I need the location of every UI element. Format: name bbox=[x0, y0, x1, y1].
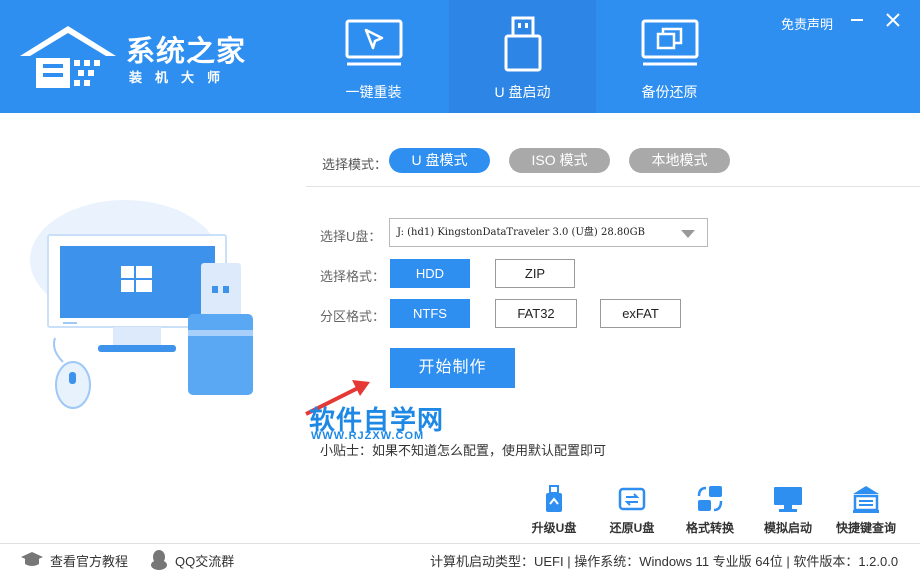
tool-restore-usb-label: 还原U盘 bbox=[609, 521, 655, 535]
close-icon[interactable] bbox=[883, 10, 903, 30]
disclaimer-link[interactable]: 免责声明 bbox=[781, 14, 833, 33]
backup-restore-icon bbox=[641, 19, 698, 66]
partition-exfat-option[interactable]: exFAT bbox=[600, 299, 681, 328]
tool-upgrade-usb[interactable]: 升级U盘 bbox=[518, 483, 590, 536]
tool-simulate-boot-label: 模拟启动 bbox=[763, 521, 812, 535]
pc-usb-illustration bbox=[30, 200, 253, 409]
chevron-down-icon[interactable] bbox=[681, 230, 695, 238]
tab-backup-restore-label: 备份还原 bbox=[641, 84, 698, 100]
mode-local-button[interactable]: 本地模式 bbox=[629, 148, 730, 173]
app-logo: 系统之家 装机大师 bbox=[18, 18, 258, 98]
tab-reinstall-label: 一键重装 bbox=[345, 84, 402, 100]
tab-usb-boot[interactable]: U 盘启动 bbox=[449, 0, 596, 113]
partition-label: 分区格式： bbox=[320, 309, 386, 324]
tool-hotkey-query[interactable]: 快捷键查询 bbox=[830, 483, 902, 536]
tab-backup-restore[interactable]: 备份还原 bbox=[596, 0, 743, 113]
house-logo-icon bbox=[20, 26, 116, 88]
upgrade-usb-icon bbox=[546, 485, 562, 512]
mode-usb-button[interactable]: U 盘模式 bbox=[389, 148, 490, 173]
tip-text: 小贴士：如果不知道怎么配置，使用默认配置即可 bbox=[320, 443, 607, 458]
app-title: 系统之家 bbox=[126, 36, 247, 68]
qq-group-link[interactable]: QQ交流群 bbox=[175, 551, 234, 570]
qq-penguin-icon bbox=[151, 550, 167, 570]
hotkey-query-icon bbox=[853, 486, 879, 513]
usb-select[interactable]: J: (hd1) KingstonDataTraveler 3.0 (U盘) 2… bbox=[389, 218, 708, 247]
format-convert-icon bbox=[697, 486, 723, 512]
graduation-cap-icon bbox=[21, 552, 43, 566]
tool-hotkey-query-label: 快捷键查询 bbox=[835, 521, 896, 535]
tab-reinstall[interactable]: 一键重装 bbox=[300, 0, 447, 113]
watermark-url: WWW.RJZXW.COM bbox=[311, 430, 425, 442]
tool-format-convert[interactable]: 格式转换 bbox=[674, 483, 746, 536]
tool-format-convert-label: 格式转换 bbox=[685, 521, 734, 535]
app-subtitle: 装机大师 bbox=[129, 70, 234, 85]
usb-select-label: 选择U盘： bbox=[320, 229, 382, 244]
official-tutorial-link[interactable]: 查看官方教程 bbox=[50, 551, 128, 570]
start-making-button[interactable]: 开始制作 bbox=[390, 348, 515, 388]
format-label: 选择格式： bbox=[320, 269, 386, 284]
header-bar: 系统之家 装机大师 一键重装 U 盘启动 备份还原 免责声明 bbox=[0, 0, 920, 113]
restore-usb-icon bbox=[618, 487, 646, 511]
partition-fat32-option[interactable]: FAT32 bbox=[495, 299, 577, 328]
usb-drive-icon bbox=[504, 16, 541, 72]
cursor-monitor-icon bbox=[345, 19, 402, 66]
format-zip-option[interactable]: ZIP bbox=[495, 259, 575, 288]
tool-upgrade-usb-label: 升级U盘 bbox=[531, 521, 577, 535]
section-divider bbox=[306, 186, 920, 187]
mode-label: 选择模式： bbox=[322, 157, 388, 172]
simulate-boot-icon bbox=[774, 487, 802, 512]
footer-divider bbox=[0, 543, 920, 544]
mode-iso-button[interactable]: ISO 模式 bbox=[509, 148, 610, 173]
tab-usb-boot-label: U 盘启动 bbox=[494, 84, 551, 100]
tool-restore-usb[interactable]: 还原U盘 bbox=[596, 483, 668, 536]
status-info: 计算机启动类型：UEFI | 操作系统：Windows 11 专业版 64位 |… bbox=[430, 554, 899, 569]
usb-select-value: J: (hd1) KingstonDataTraveler 3.0 (U盘) 2… bbox=[397, 227, 645, 238]
tool-simulate-boot[interactable]: 模拟启动 bbox=[752, 483, 824, 536]
format-hdd-option[interactable]: HDD bbox=[390, 259, 470, 288]
minimize-icon[interactable] bbox=[851, 19, 863, 21]
partition-ntfs-option[interactable]: NTFS bbox=[390, 299, 470, 328]
